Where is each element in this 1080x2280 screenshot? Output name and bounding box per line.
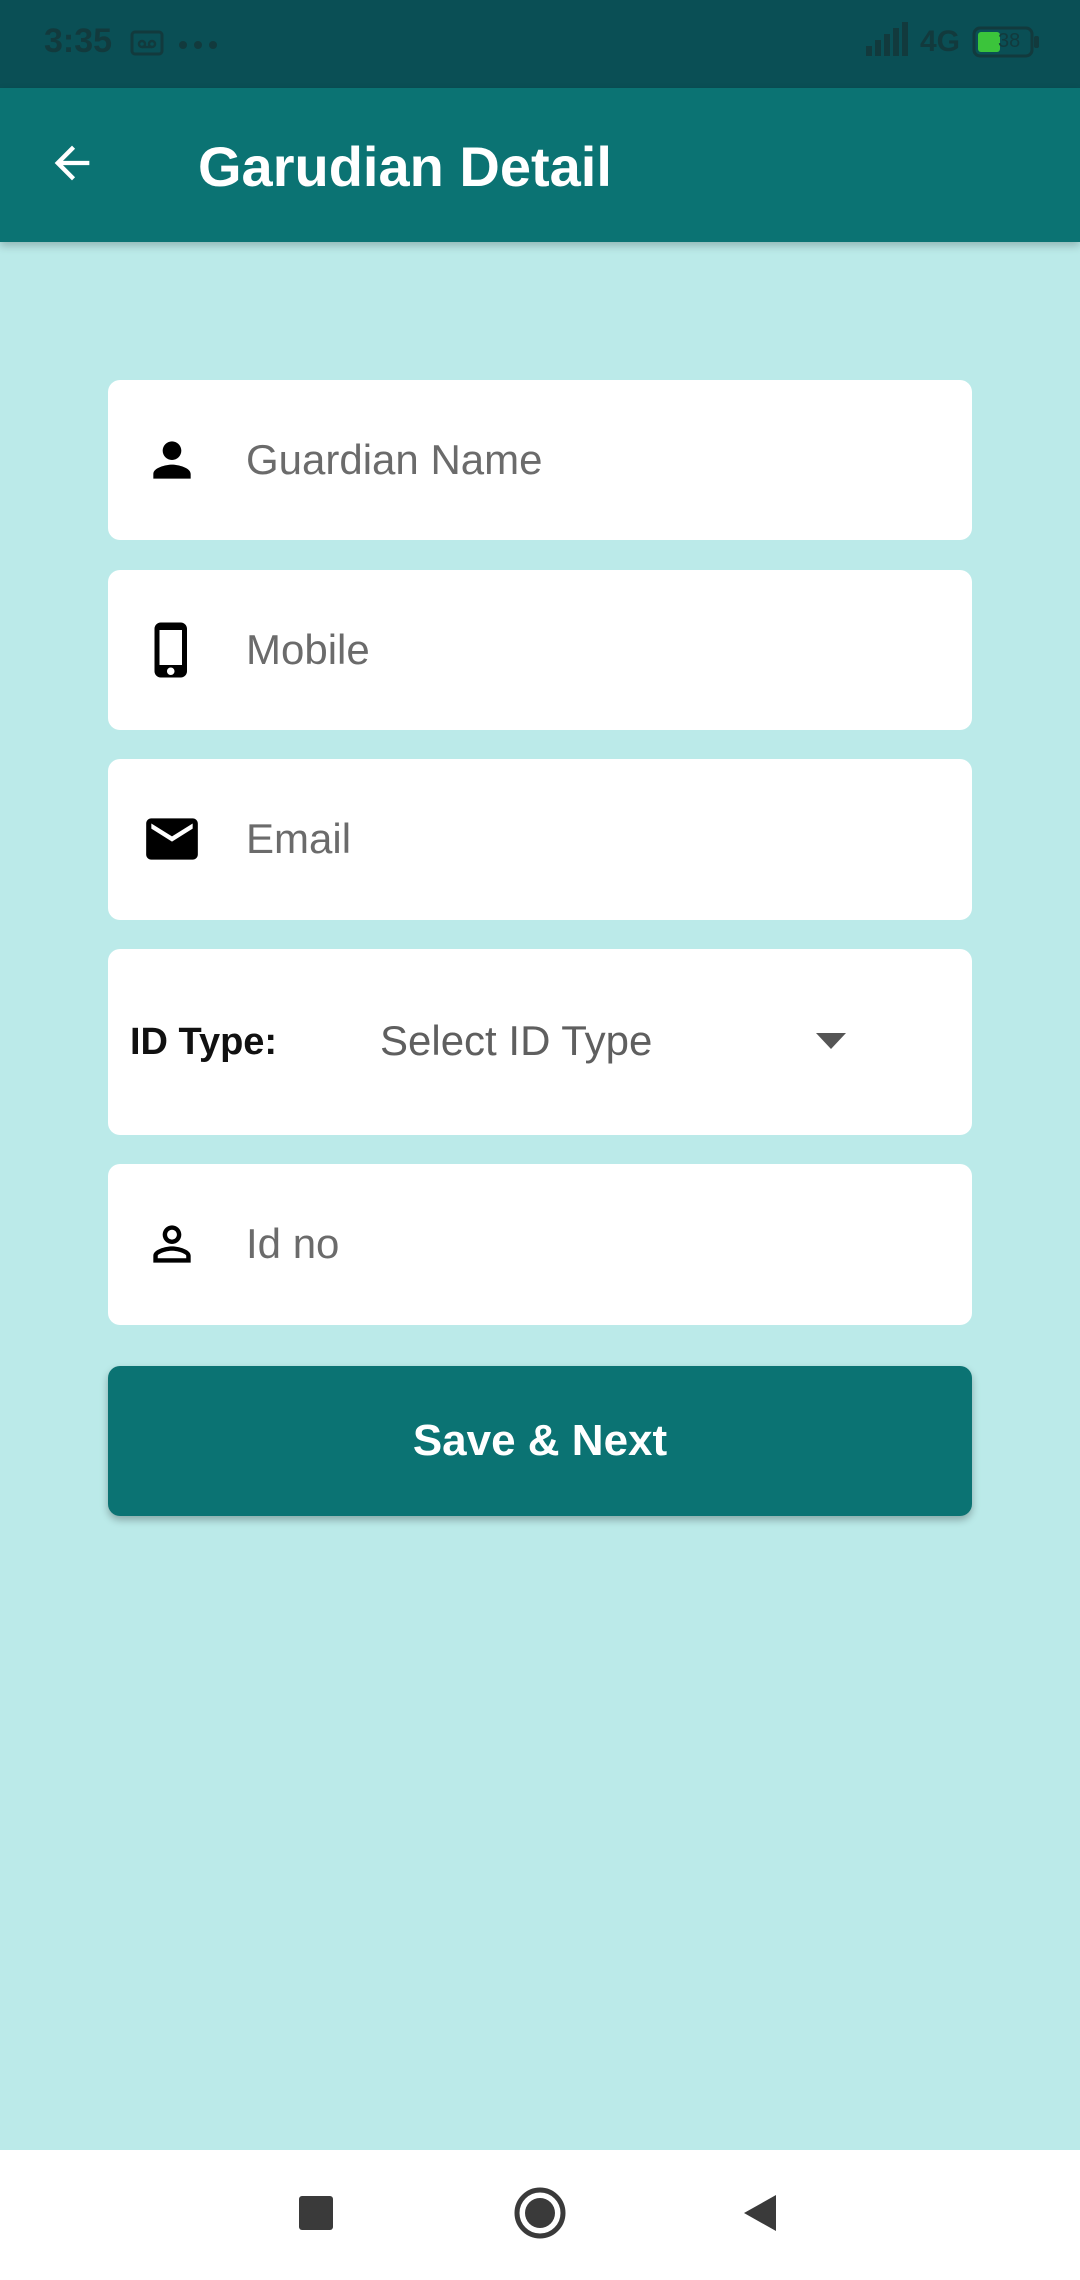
mobile-input[interactable] [246,610,948,690]
battery-level: 38 [998,29,1021,52]
save-next-button[interactable]: Save & Next [108,1366,972,1516]
app-bar: Garudian Detail [0,88,1080,242]
recent-apps-button[interactable] [286,2185,346,2245]
dropdown-arrow-icon [816,1033,846,1054]
signal-icon [865,22,908,61]
guardian-name-input[interactable] [246,420,948,500]
email-field[interactable] [108,759,972,920]
voicemail-icon [130,30,164,61]
back-nav-button[interactable] [730,2185,790,2245]
network-type: 4G [919,24,960,58]
guardian-name-field[interactable] [108,380,972,540]
mail-icon [140,807,204,871]
id-type-selected-value: Select ID Type [380,1017,653,1064]
status-bar: 3:35 4G 38 [0,0,1080,88]
person-icon [140,428,204,492]
back-button[interactable] [40,133,104,197]
battery-icon: 38 [972,26,1040,58]
square-icon [298,2195,334,2236]
circle-home-icon [513,2186,567,2245]
id-no-input[interactable] [246,1204,948,1284]
status-time: 3:35 [44,22,113,60]
system-nav-bar [0,2150,1080,2280]
id-type-dropdown[interactable]: Select ID Type [108,949,972,1135]
triangle-back-icon [742,2193,778,2238]
page-title: Garudian Detail [198,135,612,198]
id-type-field: ID Type: Select ID Type [108,949,972,1135]
id-no-field[interactable] [108,1164,972,1325]
status-notification-icons [130,30,218,61]
more-notifications-icon [178,37,218,55]
status-right-icons: 4G 38 [865,22,1040,61]
arrow-back-icon [46,137,98,194]
smartphone-icon [140,618,204,682]
email-input[interactable] [246,799,948,879]
home-button[interactable] [510,2185,570,2245]
person-outline-icon [140,1212,204,1276]
mobile-field[interactable] [108,570,972,730]
